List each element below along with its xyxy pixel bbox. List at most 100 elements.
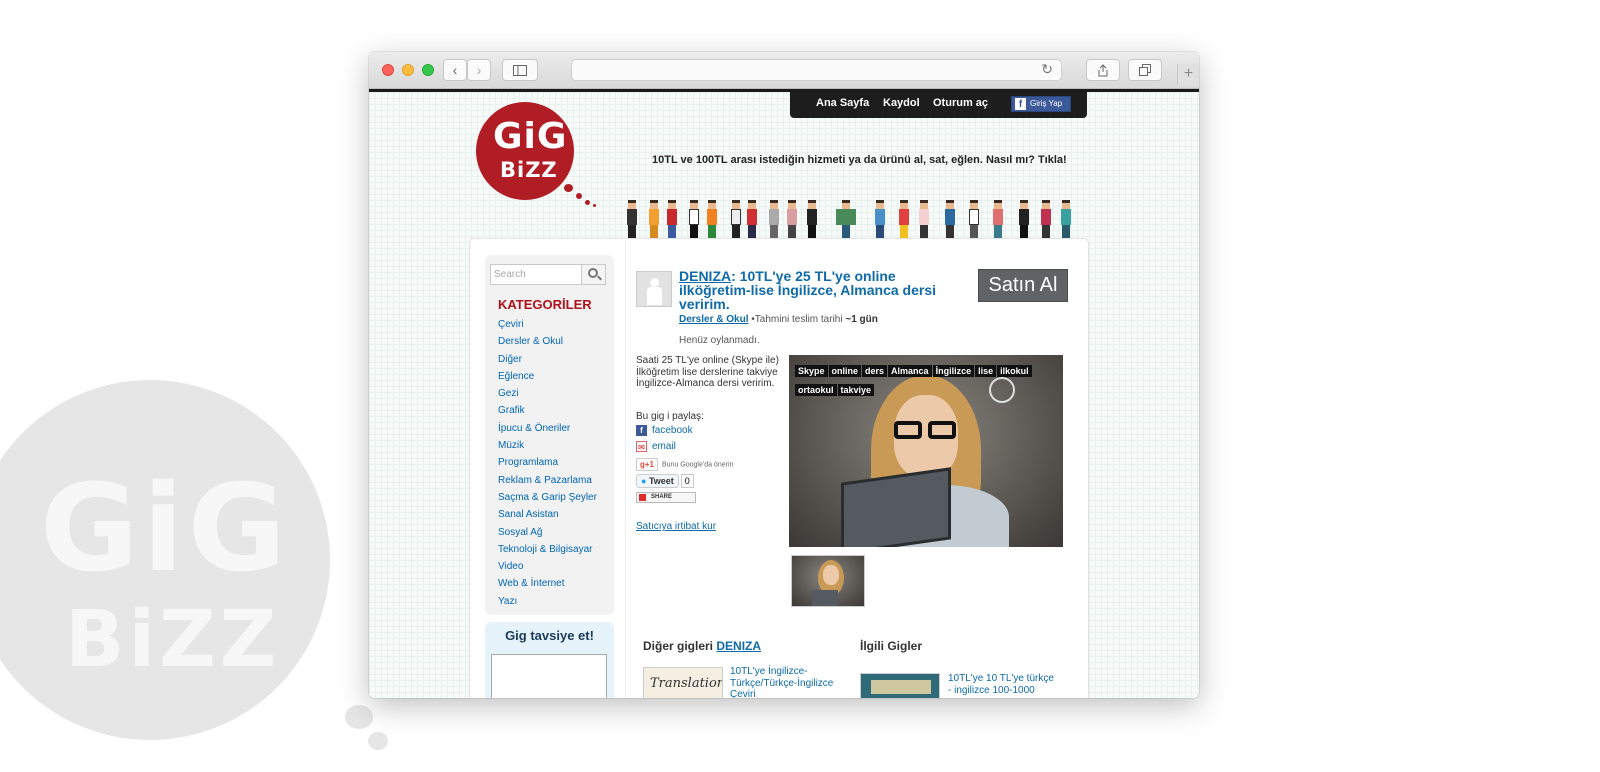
category-link[interactable]: Saçma & Garip Şeyler (498, 491, 597, 508)
gig-rating: Henüz oylanmadı. (679, 335, 760, 346)
pixel-person (969, 200, 979, 240)
category-link[interactable]: Sanal Asistan (498, 508, 597, 525)
user-icon (650, 278, 659, 287)
background-logo-text-top: GiG (40, 460, 291, 599)
gig-title: DENIZA: 10TL'ye 25 TL'ye online ilköğret… (679, 269, 944, 311)
category-link[interactable]: Müzik (498, 439, 597, 456)
reload-icon[interactable]: ↻ (1041, 61, 1053, 78)
nav-register-link[interactable]: Kaydol (883, 97, 920, 109)
facebook-login-button[interactable]: f Giriş Yap (1011, 96, 1071, 112)
pixel-person (627, 200, 637, 240)
minimize-window-button[interactable] (402, 64, 414, 76)
category-link[interactable]: Programlama (498, 456, 597, 473)
other-gigs-seller-link[interactable]: DENIZA (716, 639, 761, 653)
category-link[interactable]: Grafik (498, 404, 597, 421)
search-button[interactable] (581, 265, 605, 284)
share-facebook-link[interactable]: f facebook (636, 425, 693, 436)
nav-login-link[interactable]: Oturum aç (933, 97, 988, 109)
tag[interactable]: ortaokul (795, 384, 837, 396)
pixel-person (899, 200, 909, 240)
pixel-person (731, 200, 741, 240)
share-button-label: SHARE (651, 494, 673, 500)
pixel-person (836, 200, 856, 240)
seller-avatar[interactable] (636, 271, 672, 307)
tweet-count: 0 (680, 474, 694, 488)
facebook-icon: f (1015, 98, 1026, 110)
site-tagline[interactable]: 10TL ve 100TL arası istediğin hizmeti ya… (652, 154, 1067, 166)
category-link[interactable]: Eğlence (498, 370, 597, 387)
pixel-person (807, 200, 817, 240)
pixel-person (787, 200, 797, 240)
logo-dot (585, 200, 590, 205)
main-container: Search KATEGORİLER Çeviri Dersler & Okul… (469, 238, 1089, 698)
tag[interactable]: ilkokul (997, 365, 1032, 377)
category-link[interactable]: Reklam & Pazarlama (498, 474, 597, 491)
logo-text-bottom: BiZZ (500, 158, 558, 182)
related-gig-title-link[interactable]: 10TL'ye 10 TL'ye türkçe - ingilizce 100-… (948, 673, 1058, 696)
other-gig-thumbnail[interactable]: Translation (643, 667, 723, 698)
site-logo[interactable]: GiG BiZZ (476, 102, 574, 200)
category-sidebar: Search KATEGORİLER Çeviri Dersler & Okul… (485, 255, 614, 615)
category-link[interactable]: Video (498, 560, 597, 577)
twitter-icon: ● (641, 476, 647, 486)
category-link[interactable]: Teknoloji & Bilgisayar (498, 543, 597, 560)
category-link[interactable]: Web & İnternet (498, 577, 597, 594)
gig-content: DENIZA: 10TL'ye 25 TL'ye online ilköğret… (625, 239, 1090, 698)
tab-overview-button[interactable] (1128, 59, 1162, 81)
tweet-button[interactable]: ● Tweet (636, 474, 679, 488)
category-link[interactable]: Yazı (498, 595, 597, 612)
pixel-person (747, 200, 757, 240)
category-link[interactable]: Gezi (498, 387, 597, 404)
pixel-person (1061, 200, 1071, 240)
google-plus-widget: g+1 Bunu Google'da önerin (636, 458, 733, 471)
gig-description: Saati 25 TL'ye online (Skype ile) İlköğr… (636, 355, 779, 389)
logo-text-top: GiG (493, 116, 568, 157)
category-link[interactable]: Dersler & Okul (498, 335, 597, 352)
share-email-link[interactable]: ✉ email (636, 441, 676, 452)
search-input[interactable]: Search (494, 269, 526, 280)
chevron-left-icon: ‹ (452, 62, 458, 78)
other-gig-title-link[interactable]: 10TL'ye İngilizce-Türkçe/Türkçe-İngilizc… (730, 666, 840, 698)
address-bar[interactable]: ↻ (571, 59, 1062, 81)
tag[interactable]: ders (862, 365, 888, 377)
addthis-share-button[interactable]: SHARE (636, 492, 696, 503)
pixel-person (1041, 200, 1051, 240)
back-button[interactable]: ‹ (443, 59, 467, 81)
page-viewport: Ana Sayfa Kaydol Oturum aç f Giriş Yap G… (369, 89, 1199, 698)
contact-seller-link[interactable]: Satıcıya irtibat kur (636, 521, 716, 532)
category-link[interactable]: Sosyal Ağ (498, 526, 597, 543)
gig-main-image[interactable]: Skype online ders Almanca İngilizce lise ilkok… (789, 355, 1063, 547)
other-gig-thumbnail-text: Translation (650, 676, 723, 691)
tag[interactable]: online (828, 365, 862, 377)
share-label: Bu gig i paylaş: (636, 411, 704, 422)
share-plus-icon (639, 494, 646, 501)
tag[interactable]: İngilizce (932, 365, 975, 377)
category-list: Çeviri Dersler & Okul Diğer Eğlence Gezi… (498, 318, 597, 612)
recommend-textarea[interactable] (491, 654, 607, 698)
tag[interactable]: Almanca (888, 365, 932, 377)
gig-image-thumbnail[interactable] (791, 555, 865, 607)
share-icon (1098, 64, 1108, 77)
plus-icon: + (1183, 65, 1194, 82)
pixel-person (769, 200, 779, 240)
category-link[interactable]: İpucu & Öneriler (498, 422, 597, 439)
tweet-widget: ● Tweet 0 (636, 474, 694, 488)
nav-home-link[interactable]: Ana Sayfa (816, 97, 869, 109)
related-gig-thumbnail[interactable] (860, 673, 940, 698)
tag[interactable]: Skype (795, 365, 828, 377)
category-link[interactable]: Çeviri (498, 318, 597, 335)
new-tab-button[interactable]: + (1177, 64, 1199, 86)
category-link[interactable]: Diğer (498, 353, 597, 370)
share-page-button[interactable] (1086, 59, 1120, 81)
tag[interactable]: lise (975, 365, 997, 377)
zoom-window-button[interactable] (422, 64, 434, 76)
share-facebook-label: facebook (652, 425, 693, 437)
tag[interactable]: takviye (837, 384, 875, 396)
sidebar-toggle-button[interactable] (502, 59, 538, 81)
gig-category-link[interactable]: Dersler & Okul (679, 314, 748, 325)
buy-button[interactable]: Satın Al (978, 269, 1068, 302)
close-window-button[interactable] (382, 64, 394, 76)
google-plus-button[interactable]: g+1 (636, 458, 658, 471)
gig-tags: Skype online ders Almanca İngilizce lise ilkok… (795, 361, 1057, 399)
forward-button[interactable]: › (467, 59, 491, 81)
